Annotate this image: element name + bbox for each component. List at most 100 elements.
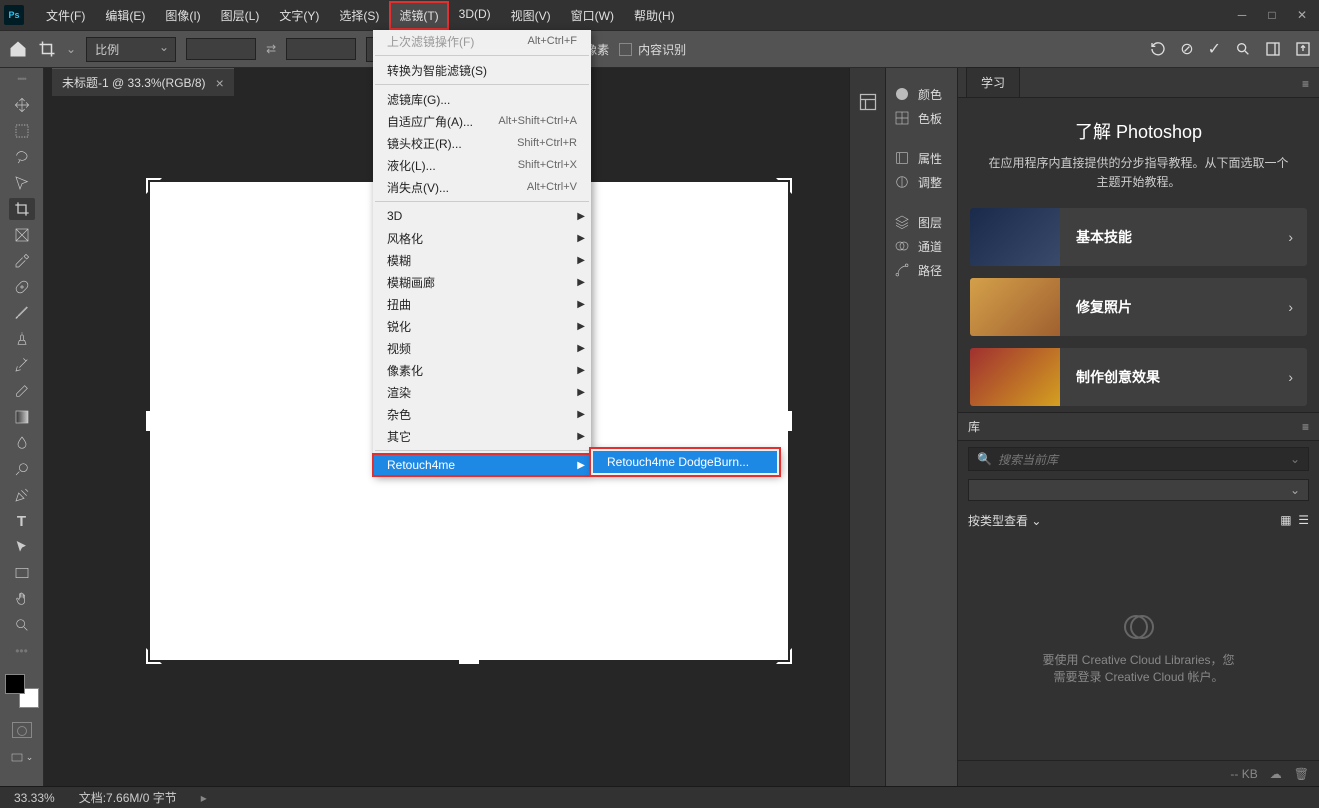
- window-minimize[interactable]: ─: [1229, 5, 1255, 25]
- filter-item[interactable]: 模糊画廊▶: [373, 271, 591, 293]
- menu-滤镜[interactable]: 滤镜(T): [389, 1, 448, 30]
- swap-icon[interactable]: ⇄: [266, 42, 276, 56]
- submenu-item-retouch4me-dodgeburn[interactable]: Retouch4me DodgeBurn...: [593, 451, 777, 473]
- menu-视图[interactable]: 视图(V): [501, 1, 561, 30]
- crop-tool[interactable]: [9, 198, 35, 220]
- zoom-tool[interactable]: [9, 614, 35, 636]
- history-brush-tool[interactable]: [9, 354, 35, 376]
- menu-文字[interactable]: 文字(Y): [269, 1, 329, 30]
- tutorial-thumb-icon: [970, 208, 1060, 266]
- filter-item[interactable]: 自适应广角(A)...Alt+Shift+Ctrl+A: [373, 110, 591, 132]
- list-view-icon[interactable]: ☰: [1298, 513, 1309, 527]
- ratio-dropdown[interactable]: 比例: [86, 37, 176, 62]
- window-close[interactable]: ✕: [1289, 5, 1315, 25]
- history-panel-icon[interactable]: [858, 92, 878, 112]
- window-maximize[interactable]: □: [1259, 5, 1285, 25]
- hand-tool[interactable]: [9, 588, 35, 610]
- filter-item[interactable]: 风格化▶: [373, 227, 591, 249]
- content-aware-checkbox[interactable]: 内容识别: [619, 41, 686, 58]
- view-by-type[interactable]: 按类型查看 ⌄: [968, 512, 1041, 529]
- home-icon[interactable]: [8, 39, 28, 59]
- screen-mode[interactable]: ⌄: [10, 752, 34, 764]
- trash-icon[interactable]: 🗑: [1294, 767, 1309, 781]
- library-search[interactable]: 🔍 搜索当前库 ⌄: [968, 447, 1309, 471]
- color-panel-btn[interactable]: 颜色: [886, 82, 957, 106]
- dodge-tool[interactable]: [9, 458, 35, 480]
- frame-tool[interactable]: [9, 224, 35, 246]
- grid-view-icon[interactable]: ▦: [1280, 513, 1291, 527]
- learn-tab[interactable]: 学习: [966, 67, 1020, 97]
- channels-panel-btn[interactable]: 通道: [886, 234, 957, 258]
- healing-tool[interactable]: [9, 276, 35, 298]
- paths-panel-btn[interactable]: 路径: [886, 258, 957, 282]
- tutorial-card-retouch[interactable]: 修复照片 ›: [970, 278, 1307, 336]
- zoom-level[interactable]: 33.33%: [14, 791, 55, 805]
- reset-icon[interactable]: [1150, 41, 1166, 57]
- properties-panel-btn[interactable]: 属性: [886, 146, 957, 170]
- layers-panel-btn[interactable]: 图层: [886, 210, 957, 234]
- menu-3d[interactable]: 3D(D): [449, 1, 501, 30]
- doc-info-arrow-icon[interactable]: ▸: [201, 791, 207, 805]
- clone-stamp-tool[interactable]: [9, 328, 35, 350]
- pen-tool[interactable]: [9, 484, 35, 506]
- menu-图层[interactable]: 图层(L): [211, 1, 270, 30]
- crop-width-input[interactable]: [186, 38, 256, 60]
- filter-item[interactable]: 扭曲▶: [373, 293, 591, 315]
- lasso-tool[interactable]: [9, 146, 35, 168]
- move-tool[interactable]: [9, 94, 35, 116]
- crop-tool-icon: [38, 40, 56, 58]
- filter-item[interactable]: 渲染▶: [373, 381, 591, 403]
- menu-图像[interactable]: 图像(I): [155, 1, 210, 30]
- panel-menu-icon[interactable]: ≡: [1302, 420, 1309, 434]
- filter-item[interactable]: 模糊▶: [373, 249, 591, 271]
- commit-icon[interactable]: ✓: [1208, 39, 1221, 59]
- tutorial-card-basics[interactable]: 基本技能 ›: [970, 208, 1307, 266]
- workspace-icon[interactable]: [1265, 41, 1281, 57]
- filter-item[interactable]: 其它▶: [373, 425, 591, 447]
- cloud-sync-icon[interactable]: ☁: [1270, 767, 1282, 781]
- menu-编辑[interactable]: 编辑(E): [95, 1, 155, 30]
- library-dropdown[interactable]: ⌄: [968, 479, 1309, 501]
- filter-item[interactable]: 液化(L)...Shift+Ctrl+X: [373, 154, 591, 176]
- filter-item[interactable]: 像素化▶: [373, 359, 591, 381]
- library-tab[interactable]: 库: [968, 418, 980, 435]
- menu-帮助[interactable]: 帮助(H): [624, 1, 685, 30]
- quick-mask-toggle[interactable]: [12, 722, 32, 738]
- filter-item[interactable]: 锐化▶: [373, 315, 591, 337]
- doc-info[interactable]: 文档:7.66M/0 字节: [79, 789, 177, 806]
- gradient-tool[interactable]: [9, 406, 35, 428]
- menu-选择[interactable]: 选择(S): [329, 1, 389, 30]
- path-select-tool[interactable]: [9, 536, 35, 558]
- close-tab-icon[interactable]: ×: [216, 75, 224, 91]
- share-icon[interactable]: [1295, 41, 1311, 57]
- search-icon[interactable]: [1235, 41, 1251, 57]
- blur-tool[interactable]: [9, 432, 35, 454]
- eyedropper-tool[interactable]: [9, 250, 35, 272]
- filter-item[interactable]: 消失点(V)...Alt+Ctrl+V: [373, 176, 591, 198]
- filter-item[interactable]: 杂色▶: [373, 403, 591, 425]
- menu-文件[interactable]: 文件(F): [36, 1, 95, 30]
- eraser-tool[interactable]: [9, 380, 35, 402]
- filter-item[interactable]: 滤镜库(G)...: [373, 88, 591, 110]
- color-swatches[interactable]: [5, 674, 39, 708]
- filter-item[interactable]: 镜头校正(R)...Shift+Ctrl+R: [373, 132, 591, 154]
- adjustments-panel-btn[interactable]: 调整: [886, 170, 957, 194]
- cancel-icon[interactable]: ⊘: [1180, 39, 1193, 59]
- tutorial-thumb-icon: [970, 278, 1060, 336]
- crop-height-input[interactable]: [286, 38, 356, 60]
- filter-item[interactable]: 转换为智能滤镜(S): [373, 59, 591, 81]
- menu-窗口[interactable]: 窗口(W): [561, 1, 624, 30]
- options-bar: ⌄ 比例 ⇄ 清除 ✓删除裁剪的像素 内容识别 ⊘ ✓: [0, 30, 1319, 68]
- brush-tool[interactable]: [9, 302, 35, 324]
- tutorial-card-effects[interactable]: 制作创意效果 ›: [970, 348, 1307, 406]
- quick-select-tool[interactable]: [9, 172, 35, 194]
- type-tool[interactable]: T: [9, 510, 35, 532]
- filter-item[interactable]: 视频▶: [373, 337, 591, 359]
- panel-menu-icon[interactable]: ≡: [1292, 71, 1319, 97]
- swatches-panel-btn[interactable]: 色板: [886, 106, 957, 130]
- filter-item[interactable]: 3D▶: [373, 205, 591, 227]
- filter-item[interactable]: Retouch4me▶: [373, 454, 591, 476]
- document-tab[interactable]: 未标题-1 @ 33.3%(RGB/8)×: [52, 68, 234, 96]
- rectangle-tool[interactable]: [9, 562, 35, 584]
- marquee-tool[interactable]: [9, 120, 35, 142]
